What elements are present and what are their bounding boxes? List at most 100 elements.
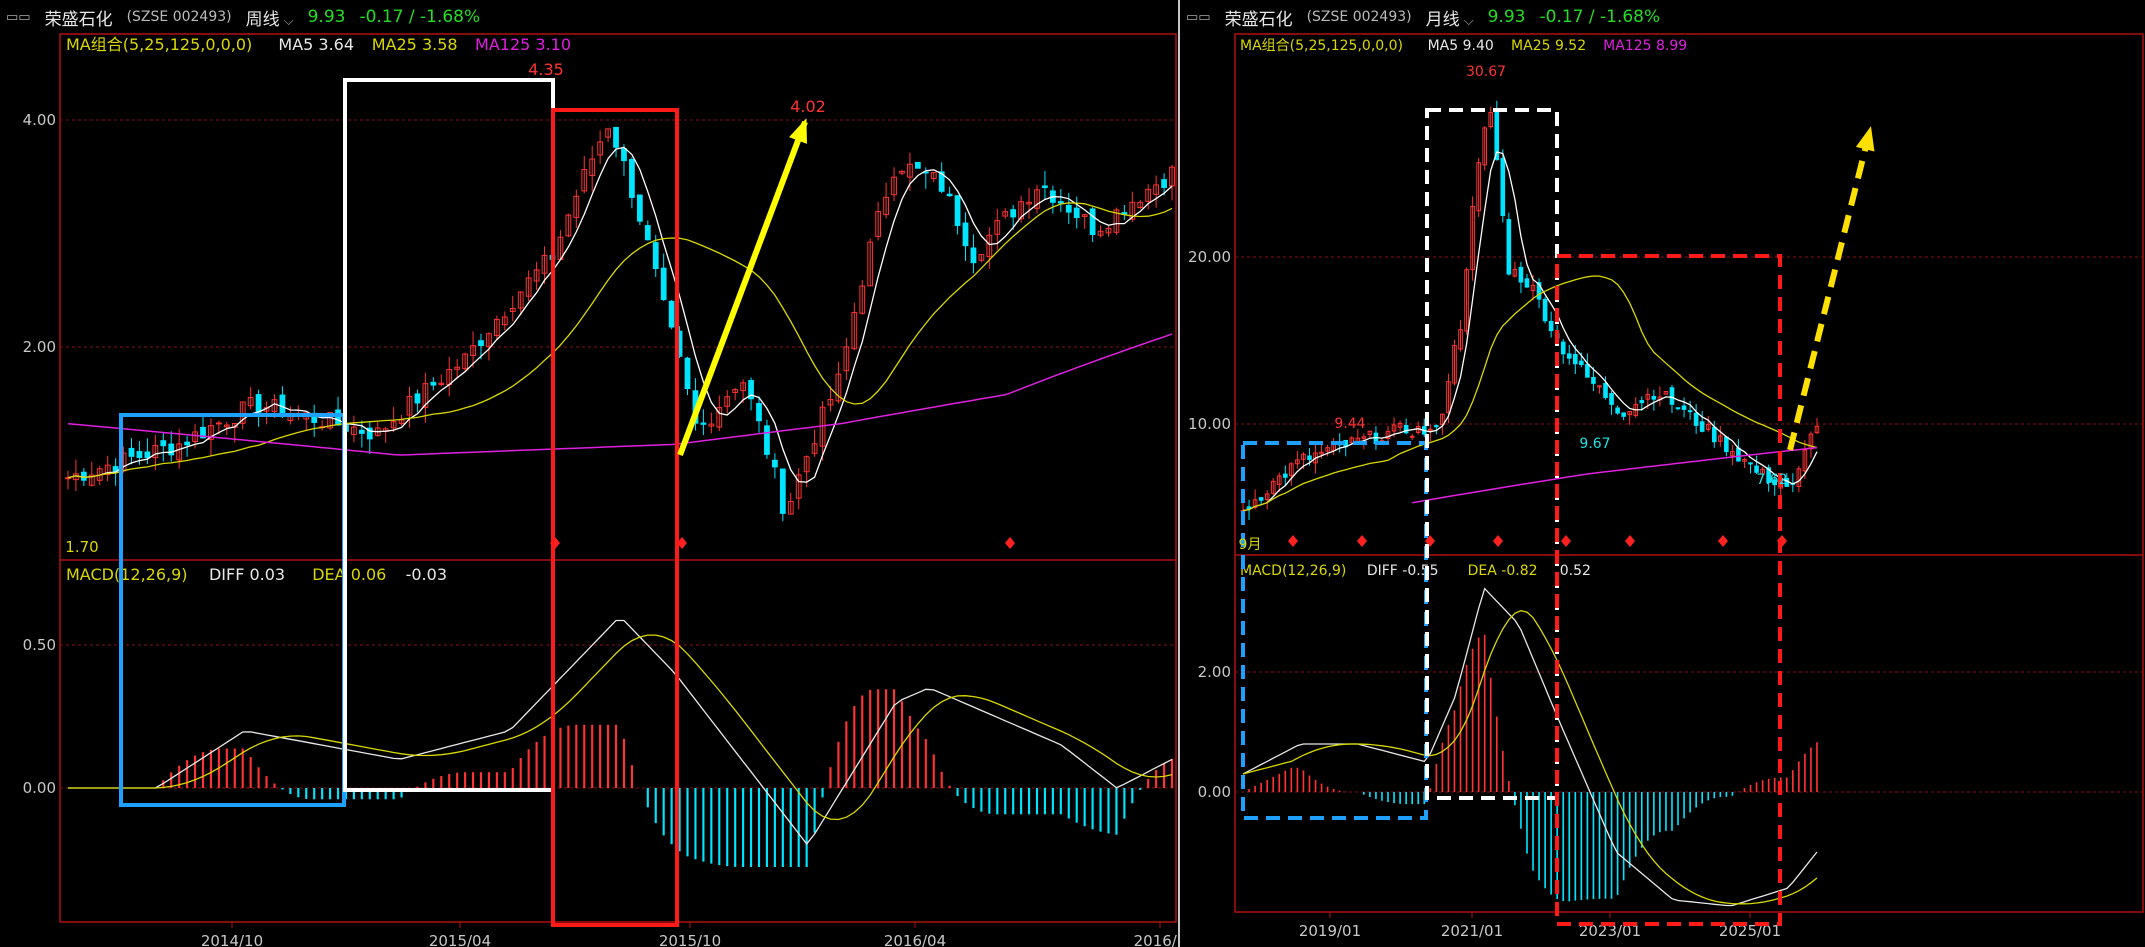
candle [1585,364,1590,378]
signal-marker [1288,535,1298,547]
signal-marker [1357,535,1367,547]
level-label-c: 7.62 [1756,472,1787,488]
candle [684,357,691,390]
signal-marker [1561,535,1571,547]
target-label: 4.02 [790,97,826,116]
candle [128,447,135,457]
x-tick-label: 2015/04 [429,932,491,947]
candle [1615,407,1620,414]
ma25-line [1242,275,1818,512]
x-tick-label: 2019/01 [1299,922,1361,940]
candle [430,381,437,386]
y-tick-label: 4.00 [23,111,56,129]
candle [652,242,659,270]
candle [478,340,484,347]
candle [1073,207,1080,219]
y-tick-label: 2.00 [1198,663,1231,681]
high-label: 4.35 [528,60,564,79]
y-tick-label: 2.00 [23,338,56,356]
candle [962,222,969,247]
candle [1518,266,1524,283]
ma25-label: MA25 9.52 [1511,38,1586,54]
candle [954,195,961,226]
y-tick-label: 0.00 [23,779,56,797]
ma125-label: MA125 3.10 [475,35,571,54]
candle [629,159,635,198]
candle [1724,436,1729,453]
candle [1573,353,1578,365]
candle [1042,185,1048,188]
projection-arrow-head [1855,126,1875,152]
candle [414,393,421,404]
diff-label: DIFF 0.03 [209,565,285,584]
candle [160,440,167,447]
monthly-chart-panel[interactable]: ▭▭ 荣盛石化 (SZSE 002493) 月线 9.93 -0.17 / -1… [1180,0,2145,947]
y-tick-label: 20.00 [1188,248,1231,266]
x-tick-label: 2025/01 [1719,922,1781,940]
monthly-chart-svg: 20.0010.002.000.002019/01 2021/01 2023/01 2… [1188,33,2144,940]
dea-label: DEA -0.82 [1468,563,1538,579]
candle [1434,425,1439,428]
candle [1699,421,1705,432]
candle [1524,278,1530,288]
candle [184,441,190,446]
phase-box-white [1425,108,1559,800]
candle [1010,209,1017,218]
y-tick-label: 0.00 [1198,783,1231,801]
x-tick-label: 2014/10 [201,932,263,947]
candle [80,471,87,481]
candle [335,409,341,426]
ma-combo-label: MA组合(5,25,125,0,0,0) [66,35,252,54]
chart-frame [1234,33,2144,913]
candle [136,451,143,458]
macd-value-label: 0.52 [1560,563,1591,579]
candle [914,161,921,169]
start-label: 9月 [1239,537,1262,553]
candle [1591,377,1596,384]
candle [1736,447,1741,462]
candle [756,402,762,422]
level-label-a: 9.44 [1334,416,1365,432]
candle [1089,208,1096,235]
candle [779,468,786,514]
candle [1065,204,1072,213]
candle [1579,360,1584,366]
candle [1675,407,1681,410]
candle [216,422,222,425]
candle [168,443,175,456]
candle [1603,382,1608,398]
chart-frame [59,33,1177,923]
trend-arrow-head [789,118,807,144]
candle [613,127,619,148]
candle [1651,396,1657,400]
ma5-label: MA5 3.64 [278,35,354,54]
low-label: 1.70 [65,538,98,556]
candle [1283,473,1288,478]
candle [644,225,651,241]
y-tick-label: 10.00 [1188,415,1231,433]
candle [1258,497,1264,501]
dea-label: DEA 0.06 [312,565,386,584]
dea-line [68,634,1173,821]
candle [358,429,365,434]
candle [1560,341,1566,355]
candle [1681,405,1687,410]
candle [946,193,953,197]
phase-box-red [1555,254,1782,926]
weekly-chart-panel[interactable]: ▭▭ 荣盛石化 (SZSE 002493) 周线 9.93 -0.17 / -1… [0,0,1178,947]
x-tick-label: 2015/10 [659,932,721,947]
candle [668,300,675,328]
x-tick-label: 2016/04 [884,932,946,947]
y-tick-label: 0.50 [23,636,56,654]
signal-marker [1625,535,1635,547]
high-label: 30.67 [1466,64,1506,80]
dea-line [1242,610,1818,905]
candle [1428,428,1433,431]
candle [636,194,643,222]
candle [621,148,627,162]
diff-line [68,619,1173,845]
candle [1621,412,1626,417]
candle [660,267,667,301]
candle [1609,393,1614,405]
candle [1548,320,1554,332]
